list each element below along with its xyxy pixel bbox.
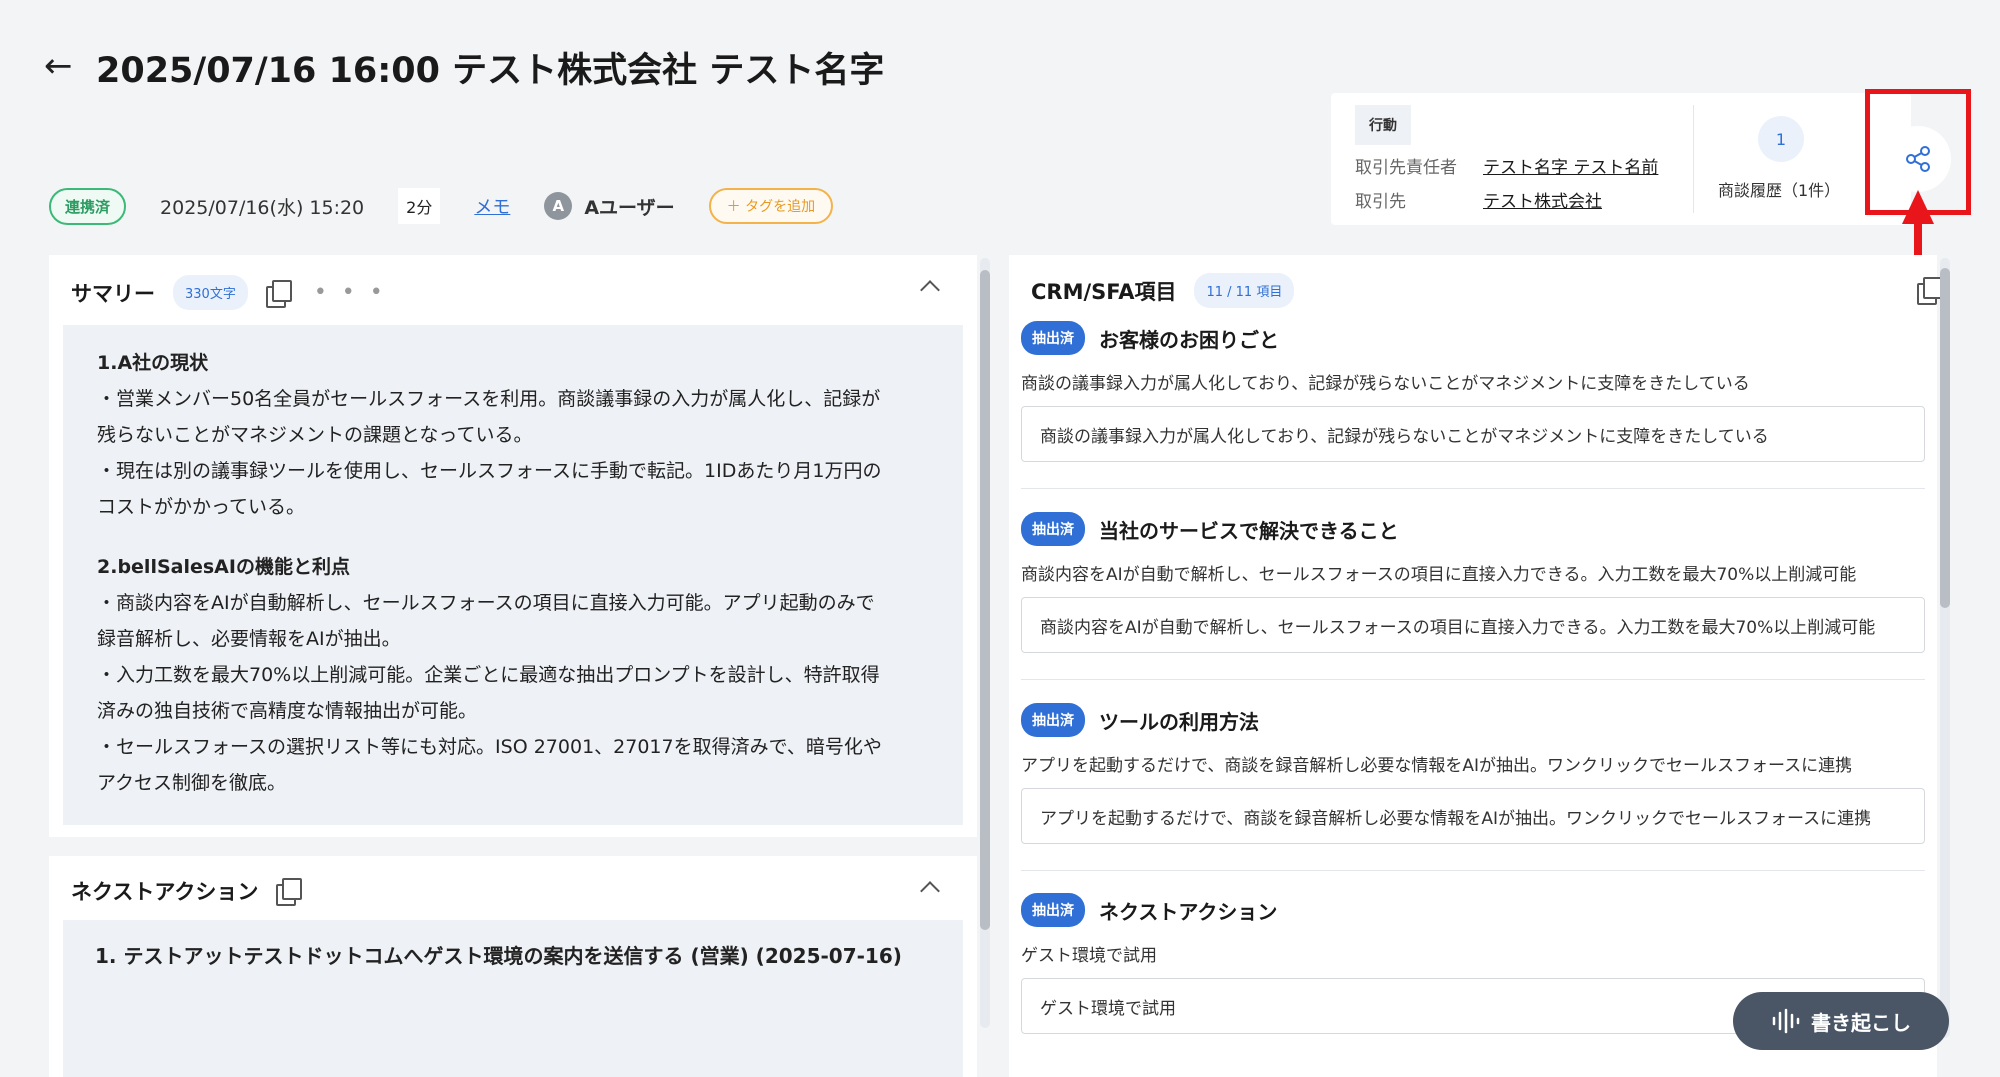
- copy-icon[interactable]: [265, 279, 292, 308]
- crm-item-field[interactable]: 商談内容をAIが自動で解析し、セールスフォースの項目に直接入力できる。入力工数を…: [1021, 597, 1925, 653]
- crm-item-field[interactable]: アプリを起動するだけで、商談を録音解析し必要な情報をAIが抽出。ワンクリックでセ…: [1021, 788, 1925, 844]
- crm-count-badge: 11 / 11 項目: [1194, 273, 1295, 308]
- summary-heading: 1.A社の現状: [97, 352, 209, 374]
- extracted-chip: 抽出済: [1021, 703, 1085, 737]
- left-scrollbar[interactable]: [980, 258, 990, 1028]
- summary-title: サマリー: [71, 281, 155, 306]
- crm-item-desc: 商談の議事録入力が属人化しており、記録が残らないことがマネジメントに支障をきたし…: [1021, 374, 1750, 394]
- account-key: 取引先: [1355, 192, 1406, 212]
- summary-line: コストがかかっている。: [97, 496, 306, 518]
- crm-item: 抽出済 ツールの利用方法 アプリを起動するだけで、商談を録音解析し必要な情報をAI…: [1021, 703, 1925, 871]
- page-title: 2025/07/16 16:00 テスト株式会社 テスト名字: [96, 51, 885, 91]
- next-action-panel: ネクストアクション 1. テストアットテストドットコムへゲスト環境の案内を送信す…: [49, 856, 977, 1077]
- annotation-arrow-head: [1902, 190, 1934, 224]
- char-count-badge: 330文字: [173, 275, 248, 310]
- crm-panel: CRM/SFA項目 11 / 11 項目 抽出済 お客様のお困りごと 商談の議事録…: [1009, 255, 1943, 1077]
- crm-item: 抽出済 当社のサービスで解決できること 商談内容をAIが自動で解析し、セールスフォ…: [1021, 512, 1925, 680]
- summary-line: ・現在は別の議事録ツールを使用し、セールスフォースに手動で転記。1IDあたり月1…: [97, 460, 882, 482]
- summary-line: ・営業メンバー50名全員がセールスフォースを利用。商談議事録の入力が属人化し、記…: [97, 388, 881, 410]
- summary-panel: サマリー 330文字 • • • 1.A社の現状 ・営業メンバー50名全員がセー…: [49, 255, 977, 837]
- contact-row: 取引先責任者 テスト名字 テスト名前: [1355, 153, 1658, 178]
- summary-line: 残らないことがマネジメントの課題となっている。: [97, 424, 533, 446]
- memo-link[interactable]: メモ: [474, 193, 510, 219]
- meeting-datetime: 2025/07/16(水) 15:20: [160, 196, 365, 219]
- duration-badge: 2分: [398, 188, 441, 224]
- summary-line: ・入力工数を最大70%以上削減可能。企業ごとに最適な抽出プロンプトを設計し、特許…: [97, 664, 880, 686]
- crm-item-desc: ゲスト環境で試用: [1021, 946, 1157, 966]
- crm-item-label: ネクストアクション: [1099, 899, 1278, 924]
- right-scrollbar-thumb[interactable]: [1940, 268, 1950, 608]
- crm-item-label: ツールの利用方法: [1099, 709, 1259, 734]
- transcribe-button[interactable]: 書き起こし: [1733, 992, 1949, 1050]
- crm-item-desc: アプリを起動するだけで、商談を録音解析し必要な情報をAIが抽出。ワンクリックでセ…: [1021, 756, 1853, 776]
- summary-line: 済みの独自技術で高精度な情報抽出が可能。: [97, 700, 478, 722]
- summary-heading: 2.bellSalesAIの機能と利点: [97, 556, 350, 578]
- summary-line: 録音解析し、必要情報をAIが抽出。: [97, 628, 401, 650]
- divider: [1693, 105, 1694, 213]
- contact-key: 取引先責任者: [1355, 158, 1457, 178]
- collapse-chevron-icon[interactable]: [920, 881, 940, 901]
- action-chip: 行動: [1355, 105, 1411, 145]
- divider: [1021, 679, 1925, 680]
- next-action-title: ネクストアクション: [71, 880, 259, 904]
- summary-body: 1.A社の現状 ・営業メンバー50名全員がセールスフォースを利用。商談議事録の入…: [63, 325, 963, 825]
- crm-item-desc: 商談内容をAIが自動で解析し、セールスフォースの項目に直接入力できる。入力工数を…: [1021, 565, 1857, 585]
- crm-item-label: お客様のお困りごと: [1099, 327, 1279, 352]
- history-label[interactable]: 商談履歴（1件）: [1718, 177, 1840, 201]
- summary-line: ・セールスフォースの選択リスト等にも対応。ISO 27001、27017を取得済…: [97, 736, 882, 758]
- extracted-chip: 抽出済: [1021, 893, 1085, 927]
- extracted-chip: 抽出済: [1021, 321, 1085, 355]
- crm-item-label: 当社のサービスで解決できること: [1099, 518, 1399, 543]
- crm-header: CRM/SFA項目 11 / 11 項目: [1031, 273, 1295, 308]
- collapse-chevron-icon[interactable]: [920, 280, 940, 300]
- extracted-chip: 抽出済: [1021, 512, 1085, 546]
- next-action-item: 1. テストアットテストドットコムへゲスト環境の案内を送信する (営業) (20…: [95, 944, 902, 968]
- transcribe-label: 書き起こし: [1811, 1010, 1911, 1035]
- back-arrow-icon[interactable]: ←: [44, 46, 73, 86]
- crm-item: 抽出済 お客様のお困りごと 商談の議事録入力が属人化しており、記録が残らないことが…: [1021, 321, 1925, 489]
- divider: [1021, 488, 1925, 489]
- summary-line: アクセス制御を徹底。: [97, 772, 287, 794]
- waveform-icon: [1772, 1008, 1800, 1034]
- avatar: A: [544, 192, 573, 220]
- status-badge: 連携済: [49, 187, 127, 225]
- next-action-header: ネクストアクション: [71, 876, 303, 906]
- account-link[interactable]: テスト株式会社: [1483, 192, 1602, 212]
- meta-row: 連携済 2025/07/16(水) 15:20 2分 メモ A Aユーザー ＋ …: [49, 187, 834, 225]
- contact-link[interactable]: テスト名字 テスト名前: [1483, 158, 1658, 178]
- user-name: Aユーザー: [584, 196, 675, 219]
- history-count-badge[interactable]: 1: [1758, 116, 1804, 162]
- summary-header: サマリー 330文字 • • •: [71, 275, 387, 310]
- account-row: 取引先 テスト株式会社: [1355, 187, 1602, 212]
- deal-info-card: 行動 取引先責任者 テスト名字 テスト名前 取引先 テスト株式会社 1 商談履歴（1…: [1331, 93, 1911, 225]
- next-action-body: 1. テストアットテストドットコムへゲスト環境の案内を送信する (営業) (20…: [63, 920, 963, 1077]
- more-dots-icon[interactable]: • • •: [314, 280, 387, 305]
- right-scrollbar[interactable]: [1940, 258, 1950, 1038]
- copy-icon[interactable]: [276, 878, 303, 906]
- left-scrollbar-thumb[interactable]: [980, 270, 990, 930]
- summary-line: ・商談内容をAIが自動解析し、セールスフォースの項目に直接入力可能。アプリ起動の…: [97, 592, 875, 614]
- crm-item-field[interactable]: 商談の議事録入力が属人化しており、記録が残らないことがマネジメントに支障をきたし…: [1021, 406, 1925, 462]
- add-tag-button[interactable]: ＋ タグを追加: [708, 188, 834, 224]
- divider: [1021, 870, 1925, 871]
- crm-title: CRM/SFA項目: [1031, 279, 1177, 304]
